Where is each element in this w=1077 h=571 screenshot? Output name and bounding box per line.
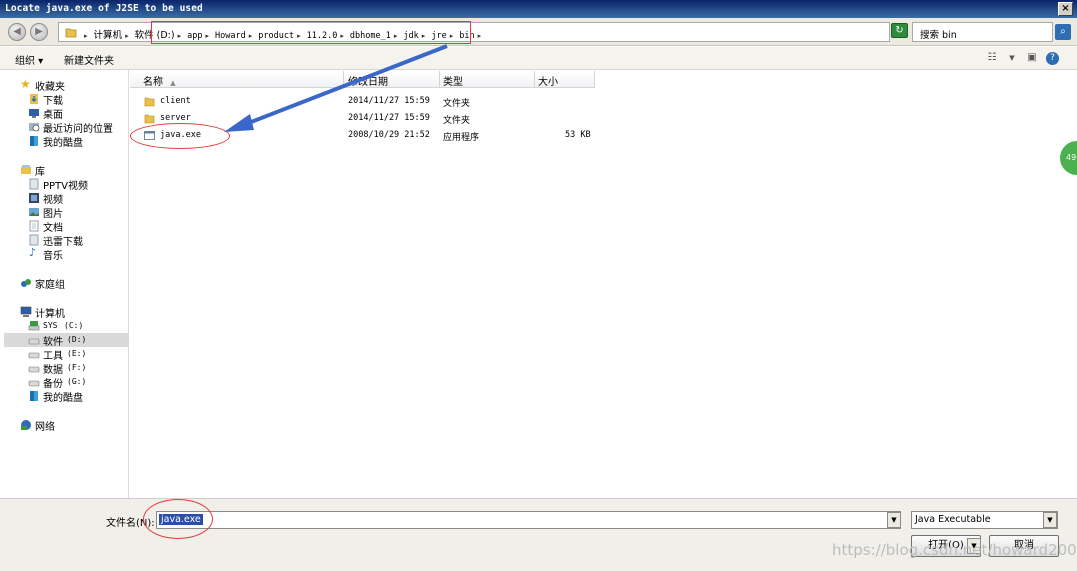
sidebar-item-drive-g[interactable]: 备份 (G:) bbox=[4, 375, 129, 390]
filename-dropdown-icon[interactable]: ▼ bbox=[887, 512, 901, 528]
sidebar-item-pptv[interactable]: PPTV视频 bbox=[4, 177, 129, 192]
sidebar-item-desktop[interactable]: 桌面 bbox=[4, 106, 129, 121]
sidebar-item-videos[interactable]: 视频 bbox=[4, 191, 129, 206]
folder-icon bbox=[144, 97, 155, 107]
folder-icon bbox=[144, 114, 155, 124]
column-size[interactable]: 大小 bbox=[535, 71, 595, 88]
favorites-header[interactable]: ★ 收藏夹 bbox=[4, 77, 129, 93]
drive-icon bbox=[28, 338, 40, 345]
sidebar-item-downloads[interactable]: 下载 bbox=[4, 92, 129, 107]
filetype-select[interactable]: Java Executable bbox=[911, 511, 1058, 529]
close-button[interactable]: × bbox=[1058, 2, 1073, 16]
libraries-header[interactable]: 库 bbox=[4, 163, 129, 178]
homegroup-header[interactable]: 家庭组 bbox=[4, 276, 129, 291]
annotation-ellipse bbox=[143, 499, 213, 539]
back-button[interactable]: ◀ bbox=[8, 23, 26, 41]
drive-icon bbox=[28, 366, 40, 373]
filetype-value: Java Executable bbox=[915, 514, 991, 525]
sidebar-item-drive-f[interactable]: 数据 (F:) bbox=[4, 361, 129, 376]
cloud-drive-icon bbox=[30, 391, 38, 401]
video-library-icon bbox=[29, 178, 39, 190]
network-icon bbox=[21, 420, 31, 430]
table-row[interactable]: server 2014/11/27 15:59 文件夹 bbox=[130, 111, 1075, 127]
sidebar-item-kupan-2[interactable]: 我的酷盘 bbox=[4, 389, 129, 404]
file-list: 名称 ▲ 修改日期 类型 大小 client 2014/11/27 15:59 … bbox=[130, 70, 1075, 498]
column-name[interactable]: 名称 ▲ bbox=[130, 71, 344, 88]
network-header[interactable]: 网络 bbox=[4, 418, 129, 433]
filetype-dropdown-icon[interactable]: ▼ bbox=[1043, 512, 1057, 528]
annotation-box bbox=[151, 21, 471, 44]
sidebar-item-pictures[interactable]: 图片 bbox=[4, 205, 129, 220]
navigation-pane: ★ 收藏夹 下载 桌面 最近访问的位置 我的酷盘 库 PPTV视频 视频 图片 … bbox=[4, 70, 129, 498]
downloads-icon bbox=[30, 94, 38, 104]
download-library-icon bbox=[29, 234, 39, 246]
drive-icon bbox=[28, 352, 40, 359]
title-bar: Locate java.exe of J2SE to be used × bbox=[0, 0, 1077, 18]
sidebar-item-thunder[interactable]: 迅雷下载 bbox=[4, 233, 129, 248]
search-icon[interactable]: ⌕ bbox=[1055, 24, 1071, 40]
help-icon[interactable]: ? bbox=[1046, 52, 1059, 65]
sort-ascending-icon: ▲ bbox=[170, 79, 176, 87]
sidebar-item-documents[interactable]: 文档 bbox=[4, 219, 129, 234]
homegroup-icon bbox=[21, 279, 31, 287]
sidebar-item-drive-c[interactable]: SYS (C:) bbox=[4, 319, 129, 333]
sidebar-item-kupan[interactable]: 我的酷盘 bbox=[4, 134, 129, 149]
toolbar: 组织 ▾ 新建文件夹 ☷ ▼ ▣ ? bbox=[0, 47, 1077, 70]
preview-pane-icon[interactable]: ▣ bbox=[1025, 52, 1039, 65]
computer-header[interactable]: 计算机 bbox=[4, 305, 129, 320]
pictures-icon bbox=[29, 208, 39, 216]
sidebar-item-recent[interactable]: 最近访问的位置 bbox=[4, 120, 129, 135]
view-dropdown-icon[interactable]: ▼ bbox=[1005, 54, 1019, 67]
drive-icon bbox=[28, 380, 40, 387]
music-icon: ♪ bbox=[29, 246, 37, 259]
star-icon: ★ bbox=[20, 77, 31, 91]
system-drive-icon bbox=[28, 321, 40, 331]
sidebar-item-drive-e[interactable]: 工具 (E:) bbox=[4, 347, 129, 362]
annotation-ellipse bbox=[130, 123, 230, 149]
table-row[interactable]: java.exe 2008/10/29 21:52 应用程序 53 KB bbox=[130, 128, 1075, 144]
watermark: https://blog.csdn.net/howard2005 bbox=[832, 541, 1077, 559]
column-modified[interactable]: 修改日期 bbox=[344, 71, 440, 88]
organize-button[interactable]: 组织 ▾ bbox=[15, 52, 43, 67]
cloud-drive-icon bbox=[30, 136, 38, 146]
library-icon bbox=[21, 165, 31, 174]
documents-icon bbox=[29, 220, 39, 232]
breadcrumb-item[interactable]: 计算机 bbox=[94, 30, 123, 41]
forward-button[interactable]: ▶ bbox=[30, 23, 48, 41]
sidebar-item-music[interactable]: ♪ 音乐 bbox=[4, 246, 129, 262]
sidebar-item-drive-d[interactable]: 软件 (D:) bbox=[4, 333, 129, 348]
view-icon[interactable]: ☷ bbox=[985, 52, 999, 65]
videos-icon bbox=[29, 193, 39, 203]
window-title: Locate java.exe of J2SE to be used bbox=[5, 3, 203, 14]
refresh-icon[interactable]: ↻ bbox=[891, 23, 908, 38]
search-placeholder: 搜索 bin bbox=[920, 30, 957, 41]
folder-icon bbox=[65, 28, 77, 38]
table-row[interactable]: client 2014/11/27 15:59 文件夹 bbox=[130, 94, 1075, 110]
column-type[interactable]: 类型 bbox=[440, 71, 535, 88]
computer-icon bbox=[20, 306, 32, 317]
new-folder-button[interactable]: 新建文件夹 bbox=[64, 52, 114, 67]
filename-input[interactable]: java.exe bbox=[156, 511, 901, 529]
desktop-icon bbox=[29, 109, 39, 118]
search-input[interactable]: 搜索 bin bbox=[912, 22, 1053, 42]
recent-places-icon bbox=[29, 123, 40, 132]
